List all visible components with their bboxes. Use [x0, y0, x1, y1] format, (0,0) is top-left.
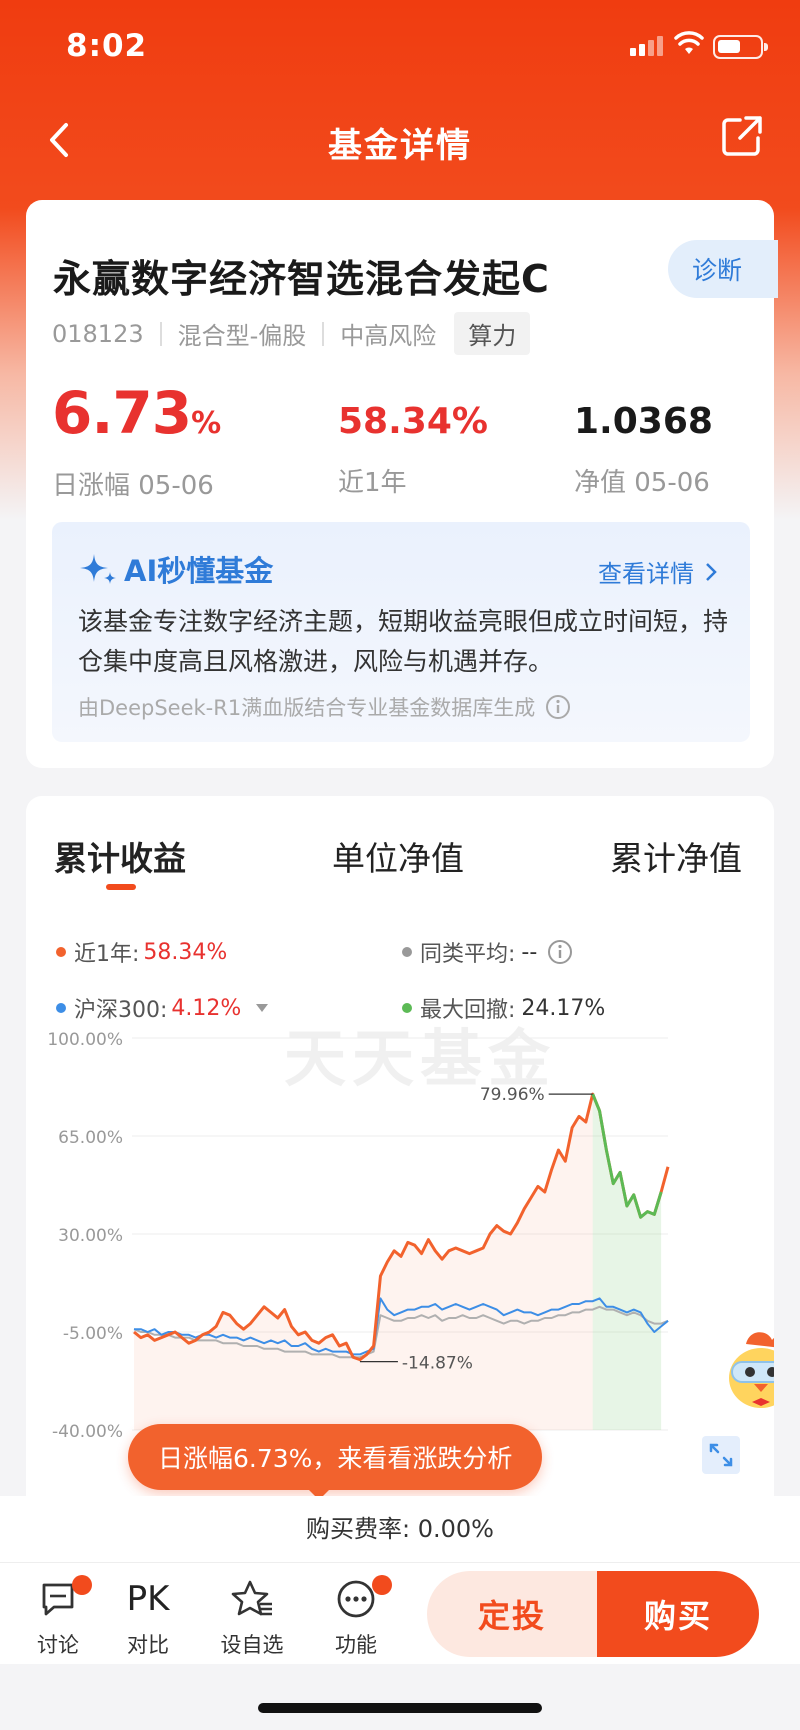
- analysis-bubble[interactable]: 日涨幅6.73%，来看看涨跌分析: [128, 1424, 543, 1500]
- caret-down-icon: [256, 1004, 269, 1012]
- ai-details-link[interactable]: 查看详情: [598, 554, 718, 589]
- bottom-action-bar: 讨论 PK 对比 设自选 功能 定投 购买: [0, 1562, 800, 1664]
- ai-details-label: 查看详情: [598, 560, 694, 588]
- nav-bar: 基金详情: [0, 100, 800, 180]
- fund-name: 永赢数字经济智选混合发起C: [53, 257, 550, 301]
- add-watchlist-button[interactable]: 设自选: [212, 1577, 292, 1659]
- divider: [159, 321, 162, 346]
- notification-badge: [72, 1575, 92, 1595]
- max-value-label: 79.96%: [480, 1085, 545, 1105]
- fund-summary-card: 永赢数字经济智选混合发起C 诊断 018123 混合型-偏股 中高风险 算力 6…: [26, 200, 778, 768]
- more-icon: [337, 1580, 375, 1618]
- legend-index[interactable]: 沪深300: 4.12%: [56, 992, 269, 1024]
- status-time: 8:02: [66, 28, 148, 64]
- tab-cumulative-return[interactable]: 累计收益: [54, 832, 186, 880]
- performance-card: 累计收益 单位净值 累计净值 近1年: 58.34% 同类平均: -- 沪深30…: [26, 796, 774, 1556]
- battery-icon: [713, 35, 768, 59]
- legend-fund-label: 近1年:: [74, 942, 140, 967]
- daily-change-value: 6.73: [52, 379, 192, 447]
- signal-icon: [630, 36, 663, 56]
- y-tick-label: 65.00%: [58, 1128, 123, 1148]
- functions-button[interactable]: 功能: [316, 1575, 396, 1659]
- y-tick-label: -5.00%: [63, 1324, 123, 1344]
- ai-title: AI秒懂基金: [78, 548, 273, 590]
- wifi-icon: [674, 31, 704, 54]
- tab-cumulative-nav[interactable]: 累计净值: [610, 832, 742, 880]
- legend-index-label: 沪深300:: [74, 998, 168, 1023]
- page-title: 基金详情: [328, 126, 472, 166]
- compare-label: 对比: [127, 1633, 169, 1657]
- info-icon[interactable]: [547, 939, 573, 965]
- buy-button[interactable]: 购买: [597, 1571, 759, 1657]
- info-icon[interactable]: [545, 694, 571, 720]
- notification-badge: [372, 1575, 392, 1595]
- discuss-label: 讨论: [37, 1633, 79, 1657]
- tab-unit-nav[interactable]: 单位净值: [332, 832, 464, 880]
- nav-label: 净值 05-06: [574, 468, 710, 498]
- daily-change-unit: %: [191, 406, 221, 441]
- auto-invest-button[interactable]: 定投: [427, 1571, 597, 1657]
- diagnose-button[interactable]: 诊断: [668, 240, 778, 298]
- ai-summary-box[interactable]: AI秒懂基金 查看详情 该基金专注数字经济主题，短期收益亮眼但成立时间短，持仓集…: [52, 522, 750, 742]
- sparkle-icon: [80, 554, 116, 584]
- ai-footer-text: 由DeepSeek-R1满血版结合专业基金数据库生成: [78, 696, 536, 720]
- ai-title-text: AI秒懂基金: [124, 554, 274, 588]
- year-return-label: 近1年: [338, 468, 407, 498]
- year-return-value: 58.34%: [338, 401, 488, 442]
- fund-meta: 018123 混合型-偏股 中高风险 算力: [52, 312, 531, 355]
- expand-icon[interactable]: [702, 1436, 740, 1474]
- y-tick-label: 100.00%: [47, 1030, 123, 1050]
- compare-button[interactable]: PK 对比: [108, 1577, 188, 1659]
- ai-footer: 由DeepSeek-R1满血版结合专业基金数据库生成: [78, 692, 571, 722]
- fund-theme-tag[interactable]: 算力: [454, 312, 531, 355]
- legend-index-value: 4.12%: [171, 995, 242, 1021]
- add-watchlist-label: 设自选: [220, 1633, 284, 1657]
- daily-change-label: 日涨幅 05-06: [52, 471, 214, 501]
- star-icon: [231, 1580, 272, 1616]
- purchase-fee-text: 购买费率: 0.00%: [306, 1515, 494, 1543]
- legend-dot: [56, 1003, 66, 1013]
- divider: [322, 321, 325, 346]
- mascot-icon[interactable]: [716, 1326, 774, 1416]
- fund-risk: 中高风险: [340, 322, 437, 350]
- share-icon[interactable]: [718, 112, 766, 160]
- legend-dot: [402, 947, 412, 957]
- fund-area-fill: [134, 1094, 593, 1430]
- ai-summary-text: 该基金专注数字经济主题，短期收益亮眼但成立时间短，持仓集中度高且风格激进，风险与…: [78, 607, 729, 676]
- functions-label: 功能: [335, 1633, 377, 1657]
- year-return-stat: 58.34% 近1年: [338, 396, 488, 499]
- drawdown-area-fill: [592, 1094, 662, 1430]
- y-tick-label: 30.00%: [58, 1226, 123, 1246]
- y-tick-label: -40.00%: [52, 1422, 123, 1442]
- pk-icon: PK: [126, 1579, 170, 1619]
- nav-stat: 1.0368 净值 05-06: [574, 396, 713, 499]
- daily-change-stat: 6.73% 日涨幅 05-06: [52, 378, 221, 502]
- legend-fund: 近1年: 58.34%: [56, 936, 227, 968]
- nav-value: 1.0368: [574, 401, 713, 442]
- fund-code: 018123: [52, 319, 144, 348]
- min-value-label: -14.87%: [402, 1354, 473, 1374]
- chevron-right-icon: [706, 562, 717, 581]
- purchase-fee: 购买费率: 0.00%: [0, 1496, 800, 1562]
- fund-type: 混合型-偏股: [177, 322, 307, 350]
- legend-fund-value: 58.34%: [143, 939, 228, 965]
- discuss-button[interactable]: 讨论: [18, 1575, 98, 1659]
- legend-dot: [56, 947, 66, 957]
- status-bar: 8:02: [0, 0, 800, 95]
- legend-peer-value: --: [521, 939, 538, 965]
- home-indicator: [258, 1703, 542, 1713]
- active-tab-indicator: [106, 884, 136, 890]
- legend-peer: 同类平均: --: [402, 936, 573, 968]
- legend-peer-label: 同类平均:: [420, 942, 516, 967]
